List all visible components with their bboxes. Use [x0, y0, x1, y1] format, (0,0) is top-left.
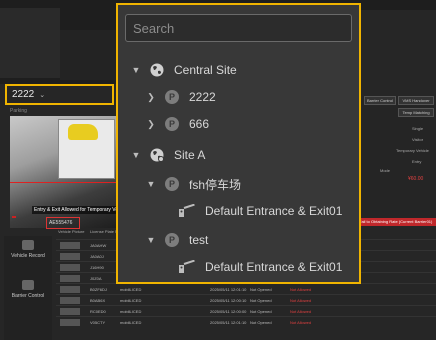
row-type: mobilLICED: [120, 298, 142, 303]
chevron-right-icon[interactable]: ❯: [145, 119, 157, 130]
tree-node-label: 2222: [189, 90, 216, 104]
table-row[interactable]: V05CTY mobilLICED 2025/05/11 12:01:10 Not O…: [56, 316, 436, 328]
row-thumbnail: [60, 286, 80, 293]
row-plate: J16H90: [90, 265, 104, 270]
row-gate: Not Opened: [250, 320, 272, 325]
row-thumbnail: [60, 319, 80, 326]
parking-icon: P: [165, 117, 179, 131]
row-type: mobilLICED: [120, 287, 142, 292]
row-thumbnail: [60, 308, 80, 315]
row-time: 2025/05/11 12:00:00: [210, 309, 247, 314]
panel-label: Temporary Vehicle: [396, 148, 429, 153]
preview-car: [68, 124, 98, 140]
row-thumbnail: [60, 264, 80, 271]
nav-barrier-control[interactable]: Barrier Control: [4, 276, 52, 312]
tree-node-parking-test[interactable]: ▼ P test: [145, 229, 208, 251]
panel-label: Mode: [380, 168, 391, 173]
nav-vehicle-record[interactable]: Vehicle Record: [4, 236, 52, 272]
table-header: Vehicle Picture: [58, 229, 85, 234]
chevron-down-icon: ⌄: [39, 91, 46, 99]
tree-node-label: Site A: [174, 148, 206, 162]
parking-icon: P: [165, 177, 179, 191]
globe-icon: [150, 63, 164, 77]
nav-label: Barrier Control: [11, 293, 45, 299]
right-panel: Barrier Control VMS Handover Temp Matchi…: [362, 96, 436, 226]
row-status: Not Allowed: [290, 287, 312, 292]
tree-node-parking-fsh[interactable]: ▼ P fsh停车场: [145, 173, 241, 195]
row-gate: Not Opened: [250, 287, 272, 292]
tree-node-site-666[interactable]: ❯ P 666: [145, 113, 209, 135]
temp-matching-button[interactable]: Temp Matching: [398, 108, 434, 117]
chevron-down-icon[interactable]: ▼: [145, 179, 157, 189]
barrier-icon: [22, 280, 34, 290]
barrier-control-button[interactable]: Barrier Control: [364, 96, 396, 105]
globe-icon: [150, 148, 164, 162]
row-plate: B0ZF6DJ: [90, 287, 107, 292]
row-status: Not Allowed: [290, 309, 312, 314]
alert-bar: Fail to Obtaining Rate (Current Barrier0…: [356, 218, 436, 226]
tree-node-entrance-1[interactable]: Default Entrance & Exit01: [178, 200, 342, 222]
vehicle-icon: [22, 240, 34, 250]
plate-number: AE555476: [46, 217, 80, 229]
site-selector[interactable]: 2222 ⌄: [5, 84, 114, 105]
tree-node-label: Default Entrance & Exit01: [205, 260, 343, 274]
panel-label: Visitor: [412, 137, 424, 142]
row-time: 2025/05/11 12:01:10: [210, 287, 247, 292]
chevron-right-icon[interactable]: ❯: [145, 92, 157, 103]
tree-node-label: Central Site: [174, 63, 237, 77]
fee-value: ¥60.00: [408, 176, 424, 182]
nav-label: Vehicle Record: [11, 253, 45, 259]
row-thumbnail: [60, 253, 80, 260]
row-status: Not Allowed: [290, 298, 312, 303]
video-tag: [12, 216, 16, 218]
row-plate: J0Z0A: [90, 276, 102, 281]
row-type: mobilLICED: [120, 320, 142, 325]
row-plate: V05CTY: [90, 320, 106, 325]
vms-handover-button[interactable]: VMS Handover: [398, 96, 434, 105]
row-plate: JA0AHW: [90, 243, 107, 248]
chevron-down-icon[interactable]: ▼: [130, 65, 142, 75]
row-status: Not Allowed: [290, 320, 312, 325]
panel-label: Single: [412, 126, 424, 131]
video-preview[interactable]: Entry & Exit Allowed for Temporary Vehi: [10, 116, 120, 228]
tree-node-label: 666: [189, 117, 210, 131]
search-input[interactable]: [125, 14, 352, 42]
row-thumbnail: [60, 242, 80, 249]
panel-label: Entry: [412, 159, 422, 164]
row-time: 2025/05/11 12:01:10: [210, 320, 247, 325]
chevron-down-icon[interactable]: ▼: [145, 235, 157, 245]
row-plate: B0AB6X: [90, 298, 106, 303]
site-selector-value: 2222: [12, 89, 35, 100]
row-type: mobilLICED: [120, 309, 142, 314]
tree-node-entrance-2[interactable]: Default Entrance & Exit01: [178, 256, 342, 278]
tree-node-site-a[interactable]: ▼ Site A: [130, 144, 205, 166]
row-thumbnail: [60, 297, 80, 304]
tree-node-site-2222[interactable]: ❯ P 2222: [145, 86, 216, 108]
row-time: 2025/05/11 12:00:10: [210, 298, 247, 303]
row-thumbnail: [60, 275, 80, 282]
parking-icon: P: [165, 233, 179, 247]
tree-node-central-site[interactable]: ▼ Central Site: [130, 59, 237, 81]
tree-node-label: fsh停车场: [189, 177, 242, 192]
top-right-strip: [360, 10, 436, 84]
video-caption: Entry & Exit Allowed for Temporary Vehi: [32, 206, 120, 214]
barrier-gate-icon: [179, 260, 195, 273]
preview-line: [10, 182, 120, 183]
row-gate: Not Opened: [250, 298, 272, 303]
top-strip-2: [60, 30, 120, 80]
tree-node-label: Default Entrance & Exit01: [205, 204, 343, 218]
tree-node-label: test: [189, 233, 209, 247]
site-tree-dropdown: ▼ Central Site ❯ P 2222 ❯ P 666 ▼ Site A…: [116, 3, 361, 284]
row-gate: Not Opened: [250, 309, 272, 314]
side-nav: Vehicle Record Barrier Control: [4, 236, 52, 340]
chevron-down-icon[interactable]: ▼: [130, 150, 142, 160]
parking-icon: P: [165, 90, 179, 104]
row-plate: JA0A0J: [90, 254, 104, 259]
row-plate: RC0ED0: [90, 309, 106, 314]
left-header: Parking: [10, 108, 27, 114]
top-strip: [0, 8, 60, 78]
barrier-gate-icon: [179, 204, 195, 217]
